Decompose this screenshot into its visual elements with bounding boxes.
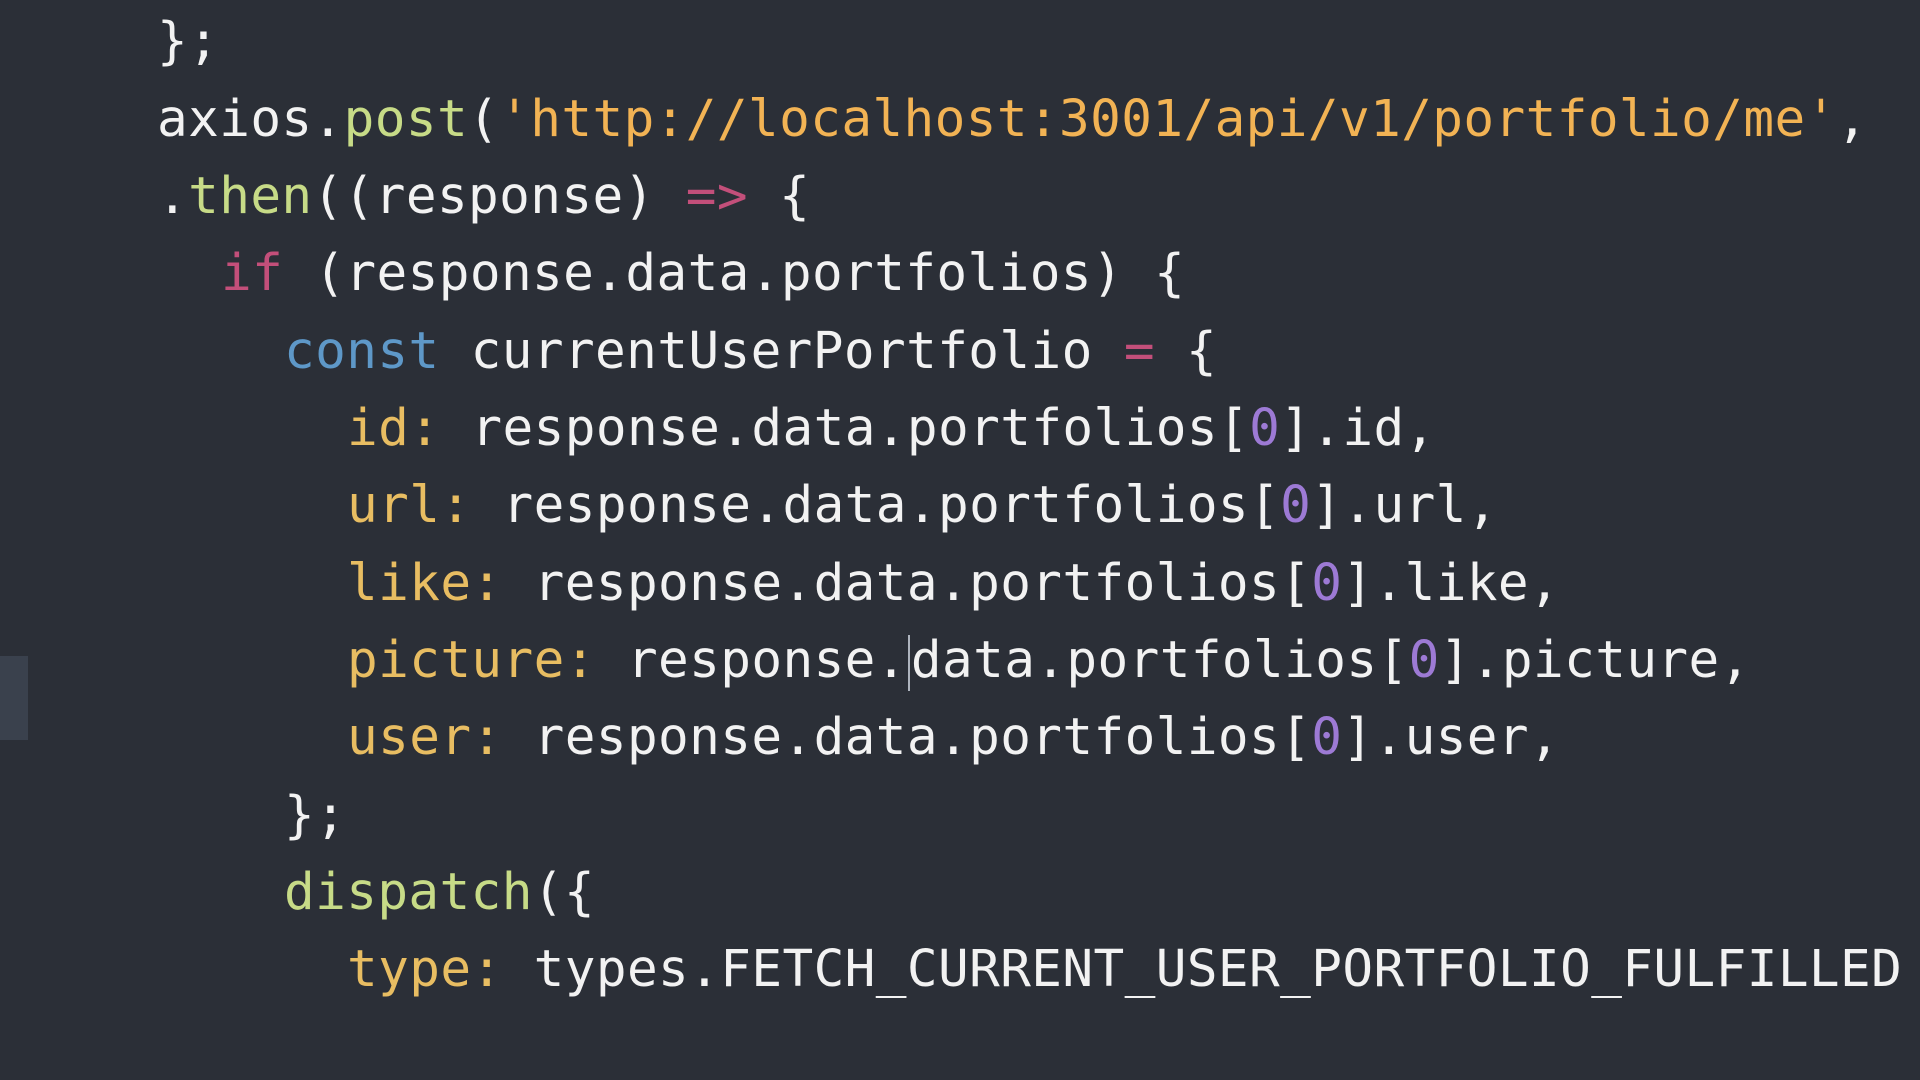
code-token: axios. <box>157 90 344 149</box>
code-token: 0 <box>1311 554 1343 613</box>
code-token: ].user, <box>1342 708 1561 767</box>
code-token: , <box>1836 90 1868 149</box>
code-token: response.data.portfolios[ <box>471 476 1281 535</box>
code-token: user: <box>347 708 503 767</box>
code-token: type: <box>347 940 503 999</box>
code-token: = <box>1123 322 1155 381</box>
code-token: => <box>685 167 749 226</box>
code-line[interactable]: axios.post('http://localhost:3001/api/v1… <box>0 81 1920 159</box>
code-token: { <box>748 167 811 226</box>
code-token: 0 <box>1311 708 1343 767</box>
code-token: ].url, <box>1311 476 1498 535</box>
code-token: ( <box>468 90 500 149</box>
code-token: 0 <box>1280 476 1312 535</box>
code-token: dispatch <box>284 863 533 922</box>
code-token: { <box>1154 322 1218 381</box>
code-line[interactable]: .then((response) => { <box>0 158 1920 236</box>
code-token: ((response) <box>312 167 686 226</box>
code-token: }; <box>284 786 347 845</box>
code-token: ].id, <box>1280 399 1436 458</box>
code-token: response.data.portfolios[ <box>502 708 1312 767</box>
code-token: ].like, <box>1342 554 1561 613</box>
code-token: ].picture, <box>1439 631 1751 690</box>
code-token: currentUserPortfolio <box>439 322 1124 381</box>
code-token: url: <box>347 476 472 535</box>
code-line[interactable]: user: response.data.portfolios[0].user, <box>0 699 1920 777</box>
code-editor[interactable]: }; axios.post('http://localhost:3001/api/… <box>0 0 1920 1080</box>
code-line[interactable]: if (response.data.portfolios) { <box>0 235 1920 313</box>
code-token: response.data.portfolios[ <box>502 554 1312 613</box>
code-line[interactable]: dispatch({ <box>0 854 1920 932</box>
code-token: then <box>188 167 313 226</box>
code-token: . <box>157 167 189 226</box>
code-token: post <box>343 90 469 149</box>
code-token: const <box>284 322 440 381</box>
code-token: id: <box>347 399 441 458</box>
code-token: data.portfolios[ <box>910 631 1409 690</box>
code-token: }; <box>157 12 220 71</box>
code-line[interactable]: picture: response.data.portfolios[0].pic… <box>0 622 1920 700</box>
code-token: types.FETCH_CURRENT_USER_PORTFOLIO_FULFI… <box>502 940 1903 999</box>
code-line[interactable]: like: response.data.portfolios[0].like, <box>0 545 1920 623</box>
code-line[interactable]: id: response.data.portfolios[0].id, <box>0 390 1920 468</box>
code-token: 'http://localhost:3001/api/v1/portfolio/… <box>499 90 1837 149</box>
code-token: (response.data.portfolios) { <box>283 244 1186 303</box>
code-token: response. <box>595 631 907 690</box>
code-token: ({ <box>532 863 596 922</box>
code-line[interactable]: type: types.FETCH_CURRENT_USER_PORTFOLIO… <box>0 931 1920 1009</box>
code-token: if <box>221 244 284 303</box>
code-token: like: <box>347 554 503 613</box>
code-line[interactable]: }; <box>0 3 1920 81</box>
text-cursor <box>907 635 910 691</box>
code-token: 0 <box>1408 631 1440 690</box>
code-line[interactable]: url: response.data.portfolios[0].url, <box>0 467 1920 545</box>
code-token: picture: <box>347 631 596 690</box>
code-line[interactable]: const currentUserPortfolio = { <box>0 313 1920 391</box>
code-line[interactable]: }; <box>0 777 1920 855</box>
code-token: 0 <box>1249 399 1281 458</box>
code-token: response.data.portfolios[ <box>440 399 1250 458</box>
